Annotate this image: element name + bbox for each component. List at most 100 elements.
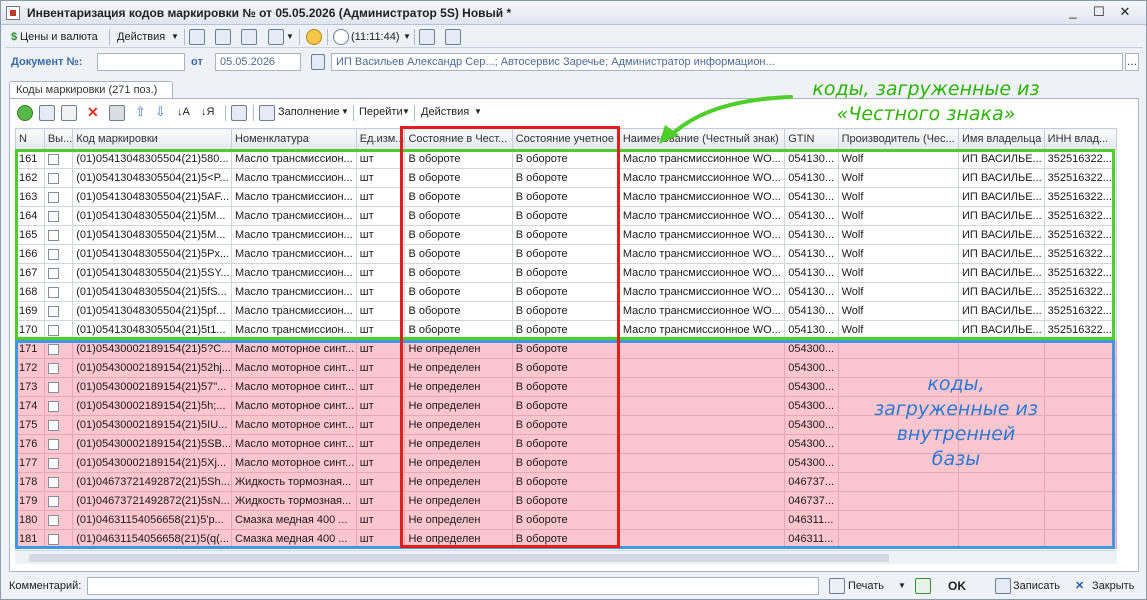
row-checkbox[interactable]: [47, 172, 59, 184]
cell-producer[interactable]: Wolf: [837, 301, 960, 321]
cell-n[interactable]: 169: [15, 301, 45, 321]
row-checkbox[interactable]: [47, 153, 59, 165]
cell-code[interactable]: (01)05413048305504(21)5t1...: [72, 320, 233, 340]
cell-state-accounting[interactable]: В обороте: [511, 168, 620, 188]
row-checkbox[interactable]: [47, 419, 59, 431]
cell-gtin[interactable]: 054130...: [784, 168, 839, 188]
cell-producer[interactable]: [837, 510, 960, 530]
copy-icon[interactable]: [231, 105, 247, 121]
cell-name-cz[interactable]: [618, 358, 786, 378]
cell-code[interactable]: (01)04673721492872(21)5Sh...: [72, 472, 233, 492]
cell-nomenclature[interactable]: Масло трансмиссион...: [231, 225, 357, 245]
horizontal-scrollbar[interactable]: [15, 550, 1117, 564]
cell-inn[interactable]: [1043, 396, 1117, 416]
refresh-icon[interactable]: [215, 29, 231, 45]
row-checkbox[interactable]: [47, 400, 59, 412]
date-field[interactable]: 05.05.2026: [215, 53, 301, 71]
cell-gtin[interactable]: 046311...: [784, 510, 839, 530]
save-doc-icon[interactable]: [189, 29, 205, 45]
cell-state-accounting[interactable]: В обороте: [511, 225, 620, 245]
cell-inn[interactable]: 352516322...: [1043, 244, 1117, 264]
cell-select[interactable]: [43, 396, 74, 416]
cell-select[interactable]: [43, 434, 74, 454]
cell-select[interactable]: [43, 149, 74, 169]
cell-state-cz[interactable]: В обороте: [404, 168, 513, 188]
cell-n[interactable]: 161: [15, 149, 45, 169]
cell-state-cz[interactable]: Не определен: [404, 377, 513, 397]
goto-icon[interactable]: [268, 29, 284, 45]
cell-owner[interactable]: [958, 510, 1045, 530]
cell-n[interactable]: 177: [15, 453, 45, 473]
print-button[interactable]: Печать: [848, 577, 884, 595]
cell-select[interactable]: [43, 358, 74, 378]
cell-inn[interactable]: 352516322...: [1043, 206, 1117, 226]
cell-code[interactable]: (01)05430002189154(21)5SB...: [72, 434, 233, 454]
cell-state-cz[interactable]: Не определен: [404, 415, 513, 435]
column-header-code[interactable]: Код маркировки: [72, 128, 233, 150]
cell-select[interactable]: [43, 377, 74, 397]
save-button[interactable]: Записать: [1013, 577, 1060, 595]
cell-select[interactable]: [43, 529, 74, 549]
cell-name-cz[interactable]: Масло трансмиссионное WO...: [618, 206, 786, 226]
cell-select[interactable]: [43, 263, 74, 283]
cell-unit[interactable]: шт: [355, 396, 406, 416]
cell-select[interactable]: [43, 472, 74, 492]
cell-name-cz[interactable]: [618, 453, 786, 473]
cell-unit[interactable]: шт: [355, 510, 406, 530]
scrollbar-thumb[interactable]: [29, 554, 889, 562]
structure-icon[interactable]: [419, 29, 435, 45]
cell-select[interactable]: [43, 320, 74, 340]
cell-state-cz[interactable]: В обороте: [404, 301, 513, 321]
more-button[interactable]: …: [1125, 53, 1139, 71]
cell-inn[interactable]: [1043, 358, 1117, 378]
cell-gtin[interactable]: 054300...: [784, 339, 839, 359]
document-number-field[interactable]: [97, 53, 185, 71]
column-header-n[interactable]: N: [15, 128, 45, 150]
row-checkbox[interactable]: [47, 324, 59, 336]
row-checkbox[interactable]: [47, 248, 59, 260]
cell-unit[interactable]: шт: [355, 301, 406, 321]
cell-name-cz[interactable]: Масло трансмиссионное WO...: [618, 187, 786, 207]
cell-state-accounting[interactable]: В обороте: [511, 415, 620, 435]
maximize-button[interactable]: ☐: [1090, 4, 1108, 21]
cell-nomenclature[interactable]: Масло моторное синт...: [231, 377, 357, 397]
cell-n[interactable]: 168: [15, 282, 45, 302]
cell-select[interactable]: [43, 168, 74, 188]
cell-select[interactable]: [43, 206, 74, 226]
cell-state-cz[interactable]: Не определен: [404, 339, 513, 359]
cell-code[interactable]: (01)05413048305504(21)5fS...: [72, 282, 233, 302]
cell-name-cz[interactable]: [618, 434, 786, 454]
cell-n[interactable]: 167: [15, 263, 45, 283]
cell-inn[interactable]: 352516322...: [1043, 225, 1117, 245]
cell-producer[interactable]: Wolf: [837, 320, 960, 340]
cell-producer[interactable]: Wolf: [837, 225, 960, 245]
cell-unit[interactable]: шт: [355, 320, 406, 340]
cell-state-accounting[interactable]: В обороте: [511, 149, 620, 169]
cell-gtin[interactable]: 054300...: [784, 453, 839, 473]
cell-nomenclature[interactable]: Масло трансмиссион...: [231, 149, 357, 169]
row-checkbox[interactable]: [47, 343, 59, 355]
close-button[interactable]: Закрыть: [1092, 577, 1134, 595]
cell-unit[interactable]: шт: [355, 339, 406, 359]
cell-code[interactable]: (01)04631154056658(21)5(q(...: [72, 529, 233, 549]
prices-currency-button[interactable]: Цены и валюта: [20, 28, 98, 46]
row-checkbox[interactable]: [47, 229, 59, 241]
cell-owner[interactable]: ИП ВАСИЛЬЕ...: [958, 225, 1045, 245]
cell-state-cz[interactable]: Не определен: [404, 453, 513, 473]
table-row[interactable]: 161 (01)05413048305504(21)580... Масло тра…: [15, 149, 1117, 169]
cell-state-cz[interactable]: Не определен: [404, 529, 513, 549]
cell-unit[interactable]: шт: [355, 149, 406, 169]
cell-n[interactable]: 181: [15, 529, 45, 549]
cell-unit[interactable]: шт: [355, 491, 406, 511]
cell-unit[interactable]: шт: [355, 244, 406, 264]
list-icon[interactable]: [445, 29, 461, 45]
cell-n[interactable]: 179: [15, 491, 45, 511]
cell-gtin[interactable]: 054130...: [784, 282, 839, 302]
cell-unit[interactable]: шт: [355, 453, 406, 473]
cell-gtin[interactable]: 046311...: [784, 529, 839, 549]
cell-unit[interactable]: шт: [355, 529, 406, 549]
cell-code[interactable]: (01)05413048305504(21)580...: [72, 149, 233, 169]
cell-code[interactable]: (01)05430002189154(21)5?C...: [72, 339, 233, 359]
cell-n[interactable]: 178: [15, 472, 45, 492]
time-indicator[interactable]: (11:11:44): [351, 28, 400, 46]
